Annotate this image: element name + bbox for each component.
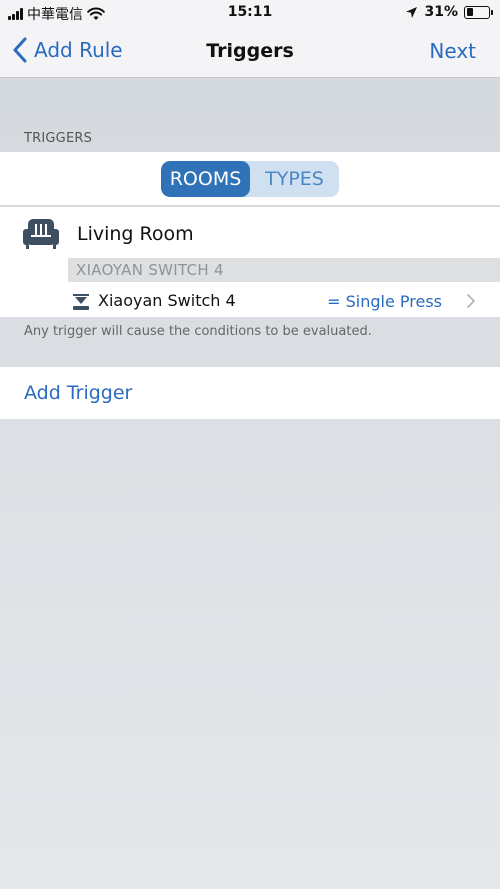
page-title: Triggers xyxy=(206,40,294,62)
device-header: XIAOYAN SWITCH 4 xyxy=(68,258,500,282)
triggers-footnote: Any trigger will cause the conditions to… xyxy=(24,324,372,339)
add-trigger-label: Add Trigger xyxy=(24,382,133,404)
next-button[interactable]: Next xyxy=(429,39,476,63)
battery-icon xyxy=(464,5,493,19)
add-trigger-button[interactable]: Add Trigger xyxy=(0,367,500,419)
navigation-bar: Add Rule Triggers Next xyxy=(0,26,500,78)
location-arrow-icon xyxy=(406,6,418,18)
trigger-device-name: Xiaoyan Switch 4 xyxy=(98,291,236,310)
sofa-icon xyxy=(23,219,59,249)
rooms-types-segmented-control: ROOMS TYPES xyxy=(161,161,339,197)
status-right: 31% xyxy=(405,4,493,20)
switch-icon xyxy=(73,294,89,310)
battery-percent: 31% xyxy=(424,4,458,20)
trigger-value: = Single Press xyxy=(327,292,442,311)
segment-panel: ROOMS TYPES xyxy=(0,152,500,206)
segment-rooms[interactable]: ROOMS xyxy=(161,161,250,197)
battery-fill xyxy=(466,8,473,16)
room-group-living-room: Living Room XIAOYAN SWITCH 4 Xiaoyan Swi… xyxy=(0,207,500,317)
room-name: Living Room xyxy=(77,223,194,245)
status-bar: 中華電信 15:11 31% xyxy=(0,0,500,26)
triggers-section-header: TRIGGERS xyxy=(24,131,93,146)
chevron-right-icon xyxy=(467,294,475,308)
trigger-row-xiaoyan-switch-4[interactable]: Xiaoyan Switch 4 = Single Press xyxy=(0,287,500,317)
segment-types[interactable]: TYPES xyxy=(250,161,339,197)
